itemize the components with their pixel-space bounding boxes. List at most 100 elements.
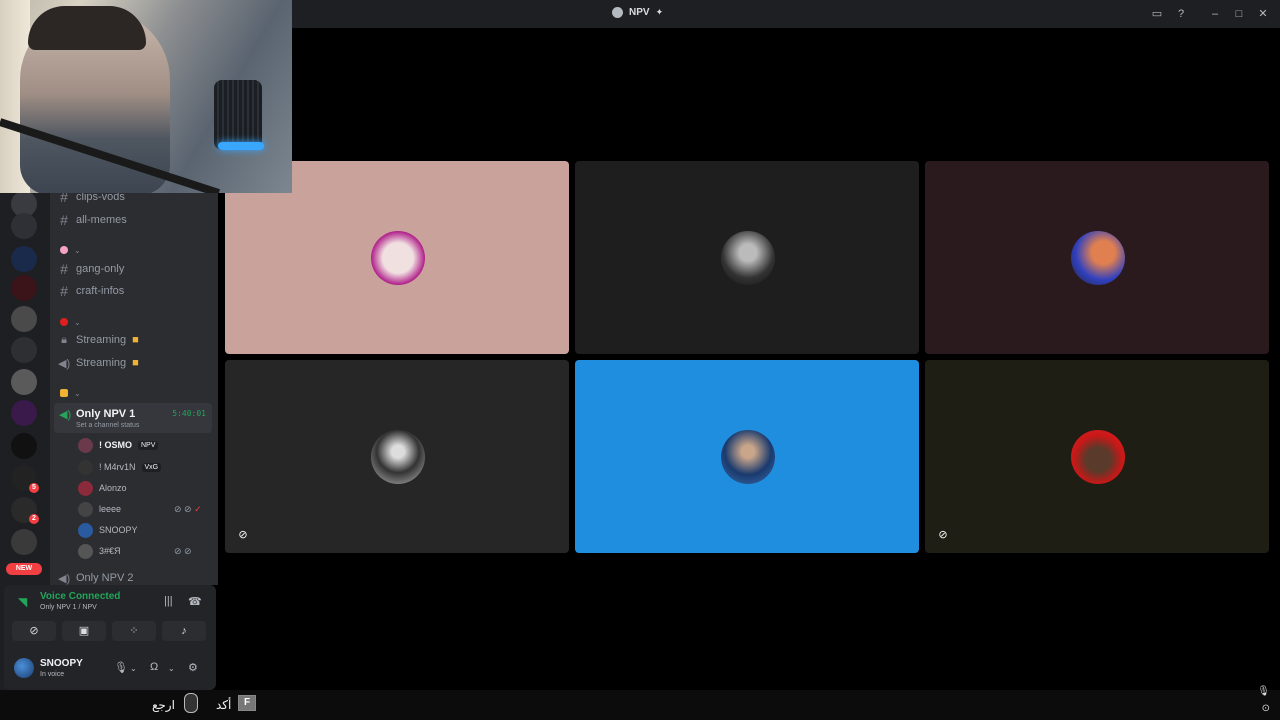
avatar <box>371 430 425 484</box>
text-channel-icon: # <box>60 193 68 205</box>
participant-tile[interactable]: ⊘ <box>225 360 569 553</box>
channel-label: clips-vods <box>76 193 125 203</box>
server-icon-12[interactable] <box>11 529 37 555</box>
lock-emoji-icon: ■ <box>132 334 139 346</box>
voice-connected-title[interactable]: Voice Connected <box>40 591 120 602</box>
channel-label: craft-infos <box>76 285 125 297</box>
avatar <box>721 231 775 285</box>
voice-connected-subtitle[interactable]: Only NPV 1 / NPV <box>40 604 97 611</box>
avatar <box>78 501 93 517</box>
avatar <box>78 480 93 496</box>
category-header[interactable]: ⌄ <box>60 316 81 328</box>
webcam-microphone <box>214 80 262 150</box>
category-emoji-icon <box>60 318 68 326</box>
member-name: Alonzo <box>99 483 127 493</box>
channel-status-prompt[interactable]: Set a channel status <box>76 422 139 429</box>
server-icon-9[interactable] <box>11 433 37 459</box>
voice-member[interactable]: Alonzo <box>78 478 127 498</box>
server-icon-2[interactable] <box>11 213 37 239</box>
server-icon-4[interactable] <box>11 275 37 301</box>
voice-member[interactable]: 3#€Я ⊘ ⊘ <box>78 541 192 561</box>
category-header[interactable]: ⌄ <box>60 387 81 399</box>
microphone-icon[interactable]: 🎙︎ <box>114 661 128 674</box>
channel-list: # clips-vods # all-memes ⌄ # gang-only #… <box>50 193 218 585</box>
participant-tile[interactable] <box>925 161 1269 354</box>
server-icon-6[interactable] <box>11 337 37 363</box>
mention-badge: 5 <box>29 483 39 493</box>
active-voice-name: Only NPV 1 <box>76 408 136 420</box>
chevron-down-icon: ⌄ <box>74 388 81 398</box>
server-icon-7[interactable] <box>11 369 37 395</box>
channel-streaming-2[interactable]: ◀) Streaming ■ <box>58 353 139 373</box>
help-icon[interactable]: ? <box>1174 7 1188 21</box>
settings-icon[interactable]: ⊙ <box>1262 703 1270 714</box>
back-label: ارجع <box>152 698 175 712</box>
noise-suppression-icon[interactable]: ||| <box>164 595 173 607</box>
server-icon-3[interactable] <box>11 246 37 272</box>
voice-member[interactable]: leeee ⊘ ⊘ ✓ <box>78 499 202 519</box>
microphone-icon[interactable]: 🎙︎ <box>1257 686 1270 697</box>
screen-share-button[interactable]: ▣ <box>62 621 106 641</box>
member-tag: NPV <box>138 440 159 450</box>
inbox-icon[interactable]: ▭ <box>1150 7 1164 21</box>
chevron-down-icon[interactable]: ⌄ <box>168 664 175 673</box>
disconnect-icon[interactable]: ☎ <box>188 595 202 608</box>
avatar[interactable] <box>14 658 34 678</box>
text-channel-icon: # <box>60 283 68 299</box>
voice-timer: 5:40:01 <box>172 409 206 418</box>
webcam-mic-light <box>218 142 264 150</box>
user-name[interactable]: SNOOPY <box>40 658 83 669</box>
camera-button[interactable]: ⊘ <box>12 621 56 641</box>
chevron-down-icon[interactable]: ⌄ <box>130 664 137 673</box>
verified-icon: ✦ <box>655 7 664 17</box>
server-icon-5[interactable] <box>11 306 37 332</box>
gear-icon[interactable]: ⚙ <box>188 661 198 674</box>
maximize-icon[interactable]: □ <box>1232 7 1246 21</box>
channel-craft-infos[interactable]: # craft-infos <box>58 281 124 301</box>
camera-off-icon: ⊘ <box>938 529 948 541</box>
channel-label: Streaming <box>76 357 127 369</box>
lock-emoji-icon: ■ <box>132 357 139 369</box>
channel-only-npv-2[interactable]: ◀) Only NPV 2 <box>58 568 133 585</box>
avatar <box>78 437 93 453</box>
channel-label: Only NPV 2 <box>76 572 134 584</box>
minimize-icon[interactable]: – <box>1208 7 1222 21</box>
webcam-hair <box>28 6 146 50</box>
voice-member[interactable]: SNOOPY <box>78 520 138 540</box>
server-icon-8[interactable] <box>11 400 37 426</box>
user-panel: SNOOPY In voice 🎙︎ ⌄ Ω ⌄ ⚙ <box>4 645 216 690</box>
avatar <box>1071 231 1125 285</box>
avatar <box>371 231 425 285</box>
channel-all-memes[interactable]: # all-memes <box>58 210 127 230</box>
new-badge[interactable]: NEW <box>6 563 42 575</box>
participant-tile[interactable]: ⊘ <box>925 360 1269 553</box>
category-emoji-icon <box>60 246 68 254</box>
channel-streaming-1[interactable]: 🔒︎ Streaming ■ <box>58 330 139 350</box>
voice-member[interactable]: ! M4rv1N VxG <box>78 457 162 477</box>
headphones-icon[interactable]: Ω <box>150 661 158 673</box>
channel-label: gang-only <box>76 263 125 275</box>
channel-clips-vods[interactable]: # clips-vods <box>58 193 125 207</box>
member-name: ! OSMO <box>99 440 132 450</box>
voice-connection-panel: ◥ Voice Connected Only NPV 1 / NPV ||| ☎… <box>4 585 216 645</box>
category-emoji-icon <box>60 389 68 397</box>
activities-button[interactable]: ⁘ <box>112 621 156 641</box>
close-icon[interactable]: ✕ <box>1256 7 1270 21</box>
mouse-icon <box>184 693 198 713</box>
signal-icon[interactable]: ◥ <box>18 595 27 609</box>
soundboard-button[interactable]: ♪ <box>162 621 206 641</box>
confirm-label: أكد <box>216 698 232 712</box>
channel-label: all-memes <box>76 214 127 226</box>
window-title-text: NPV <box>629 7 650 18</box>
participant-tile[interactable] <box>575 161 919 354</box>
muted-deafened-icon: ⊘ ⊘ ✓ <box>174 503 202 514</box>
voice-member[interactable]: ! OSMO NPV <box>78 435 159 455</box>
text-channel-icon: # <box>60 212 68 228</box>
channel-gang-only[interactable]: # gang-only <box>58 259 124 279</box>
camera-off-icon: ⊘ <box>238 529 248 541</box>
avatar <box>1071 430 1125 484</box>
category-header[interactable]: ⌄ <box>60 244 81 256</box>
active-voice-channel[interactable]: ◀) Only NPV 1 5:40:01 Set a channel stat… <box>54 403 212 433</box>
participant-tile-speaking[interactable] <box>575 360 919 553</box>
text-channel-icon: # <box>60 261 68 277</box>
